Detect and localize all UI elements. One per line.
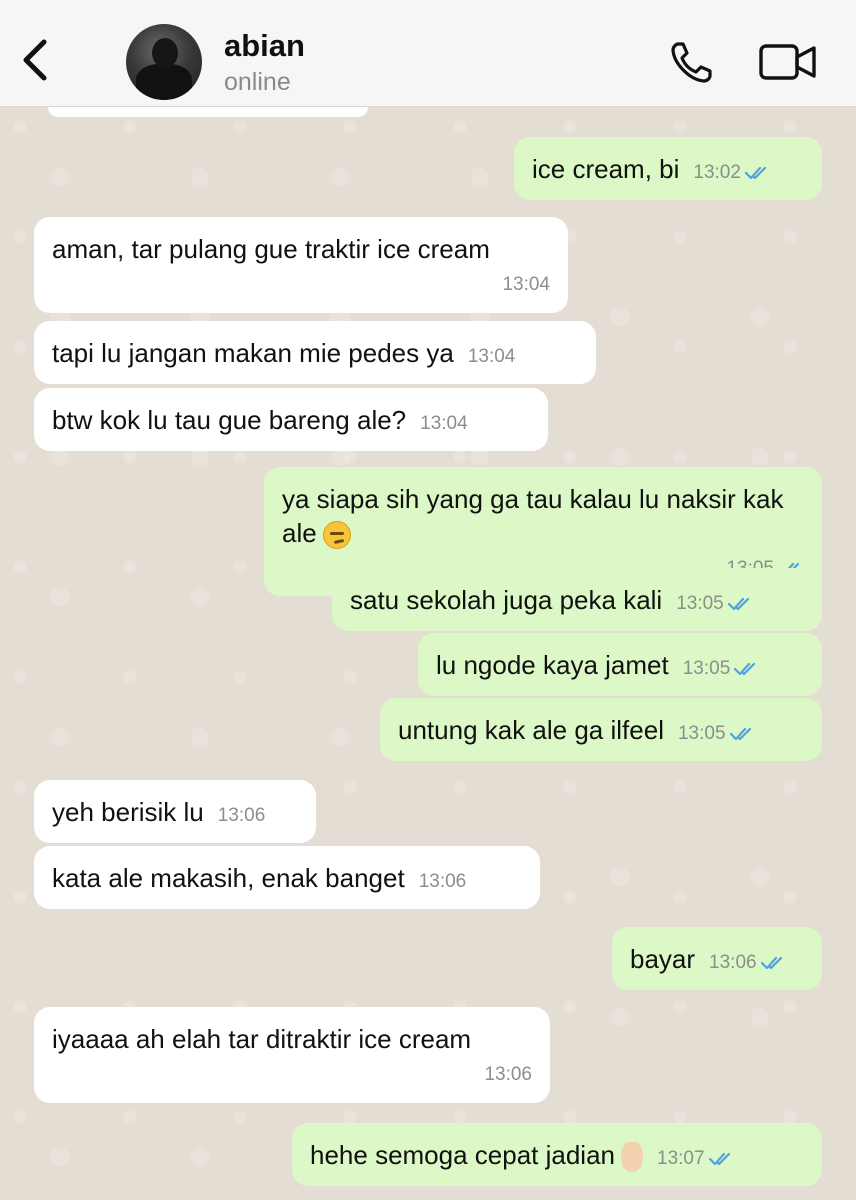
- message-meta: 13:07: [657, 1142, 735, 1176]
- message-time: 13:04: [467, 346, 516, 367]
- previous-bubble: [48, 107, 368, 117]
- message-meta: 13:05: [676, 587, 754, 621]
- message-time: 13:04: [502, 274, 550, 295]
- message-time: 13:06: [418, 871, 467, 892]
- message-time: 13:02: [693, 162, 741, 183]
- message-text: satu sekolah juga peka kali: [350, 585, 663, 615]
- incoming-message[interactable]: btw kok lu tau gue bareng ale? 13:04: [34, 388, 548, 451]
- double-check-icon: [744, 166, 767, 180]
- message-text: ice cream, bi: [532, 154, 680, 184]
- outgoing-message[interactable]: lu ngode kaya jamet 13:05: [418, 633, 822, 696]
- message-text: kata ale makasih, enak banget: [52, 863, 405, 893]
- outgoing-message[interactable]: hehe semoga cepat jadian 13:07: [292, 1123, 822, 1186]
- outgoing-message[interactable]: ice cream, bi 13:02: [514, 137, 822, 200]
- message-time: 13:04: [420, 413, 468, 434]
- video-camera-icon[interactable]: [758, 40, 818, 84]
- incoming-message[interactable]: iyaaaa ah elah tar ditraktir ice cream 13…: [34, 1007, 550, 1103]
- message-text: untung kak ale ga ilfeel: [398, 715, 664, 745]
- message-list[interactable]: ice cream, bi 13:02 aman, tar pulang gue t…: [0, 107, 856, 1200]
- avatar[interactable]: [126, 24, 202, 100]
- message-time: 13:06: [709, 952, 757, 973]
- message-time: 13:05: [676, 593, 724, 614]
- double-check-icon: [760, 956, 782, 970]
- message-meta: 13:05: [683, 652, 761, 686]
- outgoing-message[interactable]: bayar 13:06: [612, 927, 822, 990]
- contact-status: online: [224, 68, 291, 96]
- outgoing-message[interactable]: untung kak ale ga ilfeel 13:05: [380, 698, 822, 761]
- message-meta: 13:05: [678, 717, 756, 751]
- message-meta: 13:06: [52, 1058, 532, 1092]
- message-text: ya siapa sih yang ga tau kalau lu naksir…: [282, 484, 784, 548]
- message-text: bayar: [630, 944, 696, 974]
- message-text: lu ngode kaya jamet: [436, 650, 669, 680]
- message-time: 13:06: [217, 805, 266, 826]
- chat-header: abian online: [0, 0, 856, 107]
- message-meta: 13:04: [52, 268, 550, 302]
- double-check-icon: [708, 1152, 730, 1166]
- crossed-fingers-icon: [621, 1142, 644, 1173]
- double-check-icon: [734, 662, 756, 676]
- smirking-face-icon: [322, 521, 351, 550]
- incoming-message[interactable]: aman, tar pulang gue traktir ice cream 13…: [34, 217, 568, 313]
- message-text: iyaaaa ah elah tar ditraktir ice cream: [52, 1024, 472, 1054]
- double-check-icon: [727, 597, 749, 611]
- incoming-message[interactable]: tapi lu jangan makan mie pedes ya 13:04: [34, 321, 596, 384]
- message-meta: 13:06: [419, 865, 467, 899]
- message-text: aman, tar pulang gue traktir ice cream: [52, 234, 490, 264]
- outgoing-message[interactable]: satu sekolah juga peka kali 13:05: [332, 568, 822, 631]
- message-text: tapi lu jangan makan mie pedes ya: [52, 338, 454, 368]
- double-check-icon: [729, 727, 751, 741]
- message-time: 13:06: [484, 1064, 532, 1085]
- message-time: 13:05: [677, 723, 726, 744]
- incoming-message[interactable]: yeh berisik lu 13:06: [34, 780, 316, 843]
- message-meta: 13:02: [693, 156, 771, 190]
- message-meta: 13:06: [218, 799, 266, 833]
- phone-icon[interactable]: [668, 38, 716, 86]
- message-meta: 13:04: [468, 340, 516, 374]
- message-text: hehe semoga cepat jadian: [310, 1140, 616, 1170]
- message-time: 13:07: [657, 1148, 705, 1169]
- incoming-message[interactable]: kata ale makasih, enak banget 13:06: [34, 846, 540, 909]
- message-text: yeh berisik lu: [52, 797, 204, 827]
- message-meta: 13:06: [709, 946, 787, 980]
- message-text: btw kok lu tau gue bareng ale?: [52, 405, 407, 435]
- message-time: 13:05: [682, 658, 731, 679]
- chevron-left-icon[interactable]: [16, 36, 56, 84]
- contact-name[interactable]: abian: [224, 28, 305, 64]
- message-meta: 13:04: [420, 407, 468, 441]
